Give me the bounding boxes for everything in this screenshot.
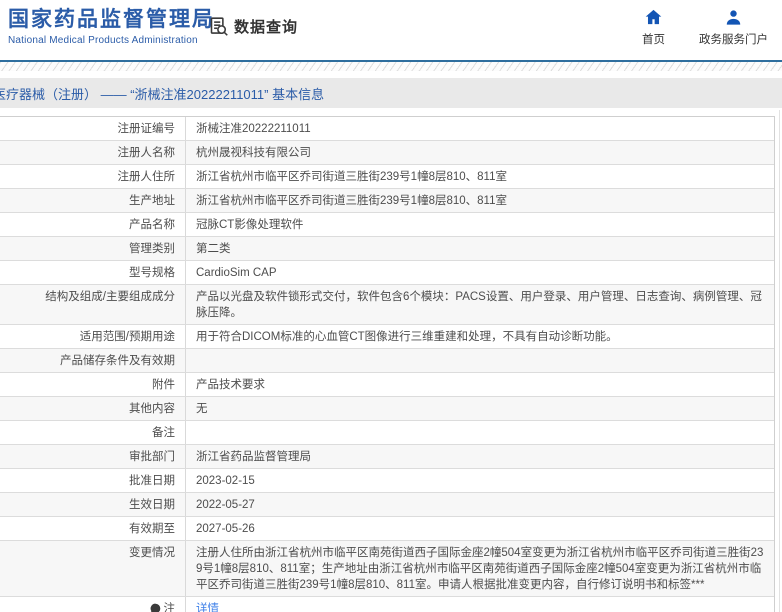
table-row: 结构及组成/主要组成成分 产品以光盘及软件锁形式交付，软件包含6个模块：PACS设… xyxy=(0,285,774,325)
table-row: 产品名称 冠脉CT影像处理软件 xyxy=(0,213,774,237)
row-value: 产品以光盘及软件锁形式交付，软件包含6个模块：PACS设置、用户登录、用户管理、… xyxy=(196,291,762,319)
row-label: 注册人住所 xyxy=(0,165,186,188)
table-row: 管理类别 第二类 xyxy=(0,237,774,261)
row-label: 注册证编号 xyxy=(0,117,186,140)
table-row: 注册人住所 浙江省杭州市临平区乔司街道三胜街239号1幢8层810、811室 xyxy=(0,165,774,189)
row-label: 生产地址 xyxy=(0,189,186,212)
row-value: 用于符合DICOM标准的心血管CT图像进行三维重建和处理，不具有自动诊断功能。 xyxy=(196,331,618,343)
breadcrumb: 医疗器械（注册） —— “浙械注准20222211011” 基本信息 xyxy=(0,86,325,102)
breadcrumb-bar: 医疗器械（注册） —— “浙械注准20222211011” 基本信息 xyxy=(0,78,782,108)
row-label: 生效日期 xyxy=(0,493,186,516)
row-label: 产品名称 xyxy=(0,213,186,236)
row-value: 无 xyxy=(196,403,208,415)
table-row: 产品储存条件及有效期 xyxy=(0,349,774,373)
table-row: 变更情况 注册人住所由浙江省杭州市临平区南苑街道西子国际金座2幢504室变更为浙江… xyxy=(0,541,774,597)
top-nav: 首页 政务服务门户 xyxy=(642,8,768,47)
row-value: 杭州晟视科技有限公司 xyxy=(196,147,311,159)
table-row: 注册证编号 浙械注准20222211011 xyxy=(0,117,774,141)
row-value: 详情 xyxy=(186,597,774,612)
row-label: 审批部门 xyxy=(0,445,186,468)
info-table: 注册证编号 浙械注准20222211011 注册人名称 杭州晟视科技有限公司 注册人住所… xyxy=(0,116,775,612)
row-label: 备注 xyxy=(0,421,186,444)
table-row: 备注 xyxy=(0,421,774,445)
table-row: 型号规格 CardioSim CAP xyxy=(0,261,774,285)
row-value: 2022-05-27 xyxy=(196,499,255,511)
row-value: 冠脉CT影像处理软件 xyxy=(196,219,304,231)
table-row: 审批部门 浙江省药品监督管理局 xyxy=(0,445,774,469)
row-label: 变更情况 xyxy=(0,541,186,596)
data-query-label: 数据查询 xyxy=(234,19,299,36)
table-row: 注 详情 xyxy=(0,597,774,612)
nav-home-label: 首页 xyxy=(642,34,665,46)
row-label: 其他内容 xyxy=(0,397,186,420)
table-row: 有效期至 2027-05-26 xyxy=(0,517,774,541)
spacer xyxy=(0,71,782,78)
table-row: 适用范围/预期用途 用于符合DICOM标准的心血管CT图像进行三维重建和处理，不具… xyxy=(0,325,774,349)
row-label: 管理类别 xyxy=(0,237,186,260)
row-label: 注 xyxy=(0,597,186,612)
spacer xyxy=(0,108,782,116)
table-row: 批准日期 2023-02-15 xyxy=(0,469,774,493)
row-label: 型号规格 xyxy=(0,261,186,284)
row-value: 产品技术要求 xyxy=(196,379,265,391)
logo-subtitle: National Medical Products Administration xyxy=(8,35,198,46)
table-row: 附件 产品技术要求 xyxy=(0,373,774,397)
row-value: 浙械注准20222211011 xyxy=(196,123,311,135)
row-label: 附件 xyxy=(0,373,186,396)
row-label: 适用范围/预期用途 xyxy=(0,325,186,348)
row-value: 2027-05-26 xyxy=(196,523,255,535)
nav-portal-label: 政务服务门户 xyxy=(699,34,768,46)
row-value: CardioSim CAP xyxy=(196,267,277,279)
row-label: 结构及组成/主要组成成分 xyxy=(0,285,186,324)
table-row: 生产地址 浙江省杭州市临平区乔司街道三胜街239号1幢8层810、811室 xyxy=(0,189,774,213)
nav-home[interactable]: 首页 xyxy=(642,8,665,47)
row-label: 有效期至 xyxy=(0,517,186,540)
page: 国家药品监督管理局 National Medical Products Admi… xyxy=(0,0,782,612)
row-label: 注册人名称 xyxy=(0,141,186,164)
nav-portal[interactable]: 政务服务门户 xyxy=(699,8,768,47)
row-value xyxy=(186,349,774,372)
info-table-body: 注册证编号 浙械注准20222211011 注册人名称 杭州晟视科技有限公司 注册人住所… xyxy=(0,117,774,612)
nmpa-logo[interactable]: 国家药品监督管理局 National Medical Products Admi… xyxy=(8,7,215,46)
note-icon xyxy=(150,603,161,612)
row-value: 浙江省杭州市临平区乔司街道三胜街239号1幢8层810、811室 xyxy=(196,195,507,207)
row-value xyxy=(186,421,774,444)
row-label: 批准日期 xyxy=(0,469,186,492)
row-value: 浙江省杭州市临平区乔司街道三胜街239号1幢8层810、811室 xyxy=(196,171,507,183)
detail-link[interactable]: 详情 xyxy=(196,603,219,612)
document-search-icon xyxy=(208,16,229,37)
row-label: 产品储存条件及有效期 xyxy=(0,349,186,372)
user-icon xyxy=(725,8,742,26)
row-value: 2023-02-15 xyxy=(196,475,255,487)
scrollbar-track[interactable] xyxy=(779,110,780,612)
table-row: 生效日期 2022-05-27 xyxy=(0,493,774,517)
table-row: 注册人名称 杭州晟视科技有限公司 xyxy=(0,141,774,165)
row-value: 第二类 xyxy=(196,243,231,255)
logo-title: 国家药品监督管理局 xyxy=(8,8,215,31)
row-value: 浙江省药品监督管理局 xyxy=(196,451,311,463)
table-row: 其他内容无 xyxy=(0,397,774,421)
row-value: 注册人住所由浙江省杭州市临平区南苑街道西子国际金座2幢504室变更为浙江省杭州市… xyxy=(196,547,764,591)
site-header: 国家药品监督管理局 National Medical Products Admi… xyxy=(0,0,782,60)
data-query-tab[interactable]: 数据查询 xyxy=(208,16,298,37)
home-icon xyxy=(645,8,662,26)
hatch-band xyxy=(0,62,782,71)
